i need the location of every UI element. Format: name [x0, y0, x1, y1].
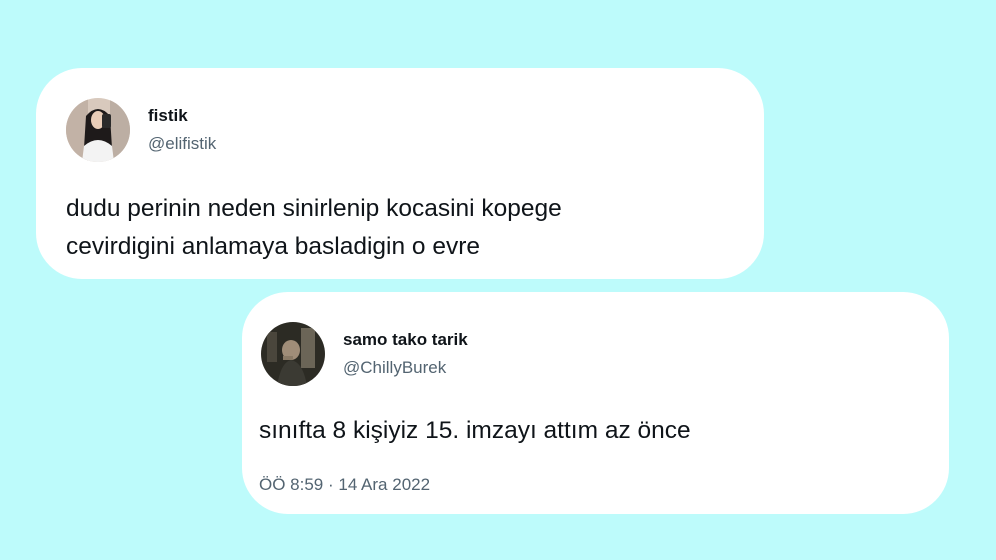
avatar-photo	[66, 98, 130, 162]
avatar-fistik[interactable]	[66, 98, 130, 162]
user-handle[interactable]: @elifistik	[148, 134, 216, 154]
tweet-text: dudu perinin neden sinirlenip kocasini k…	[66, 190, 746, 266]
tweet-text-line-2: cevirdigini anlamaya basladigin o evre	[66, 233, 481, 260]
tweet-card-2[interactable]: samo tako tarik @ChillyBurek sınıfta 8 k…	[242, 292, 949, 514]
tweet-text-line-1: dudu perinin neden sinirlenip kocasini k…	[66, 195, 562, 222]
tweet-timestamp[interactable]: ÖÖ 8:59 · 14 Ara 2022	[259, 475, 430, 495]
tweet-card-1[interactable]: fistik @elifistik dudu perinin neden sin…	[36, 68, 764, 279]
tweet-text: sınıfta 8 kişiyiz 15. imzayı attım az ön…	[259, 417, 691, 444]
avatar-photo	[261, 322, 325, 386]
user-handle[interactable]: @ChillyBurek	[343, 358, 446, 378]
avatar-samo-tako-tarik[interactable]	[261, 322, 325, 386]
display-name[interactable]: samo tako tarik	[343, 330, 468, 350]
display-name[interactable]: fistik	[148, 106, 188, 126]
